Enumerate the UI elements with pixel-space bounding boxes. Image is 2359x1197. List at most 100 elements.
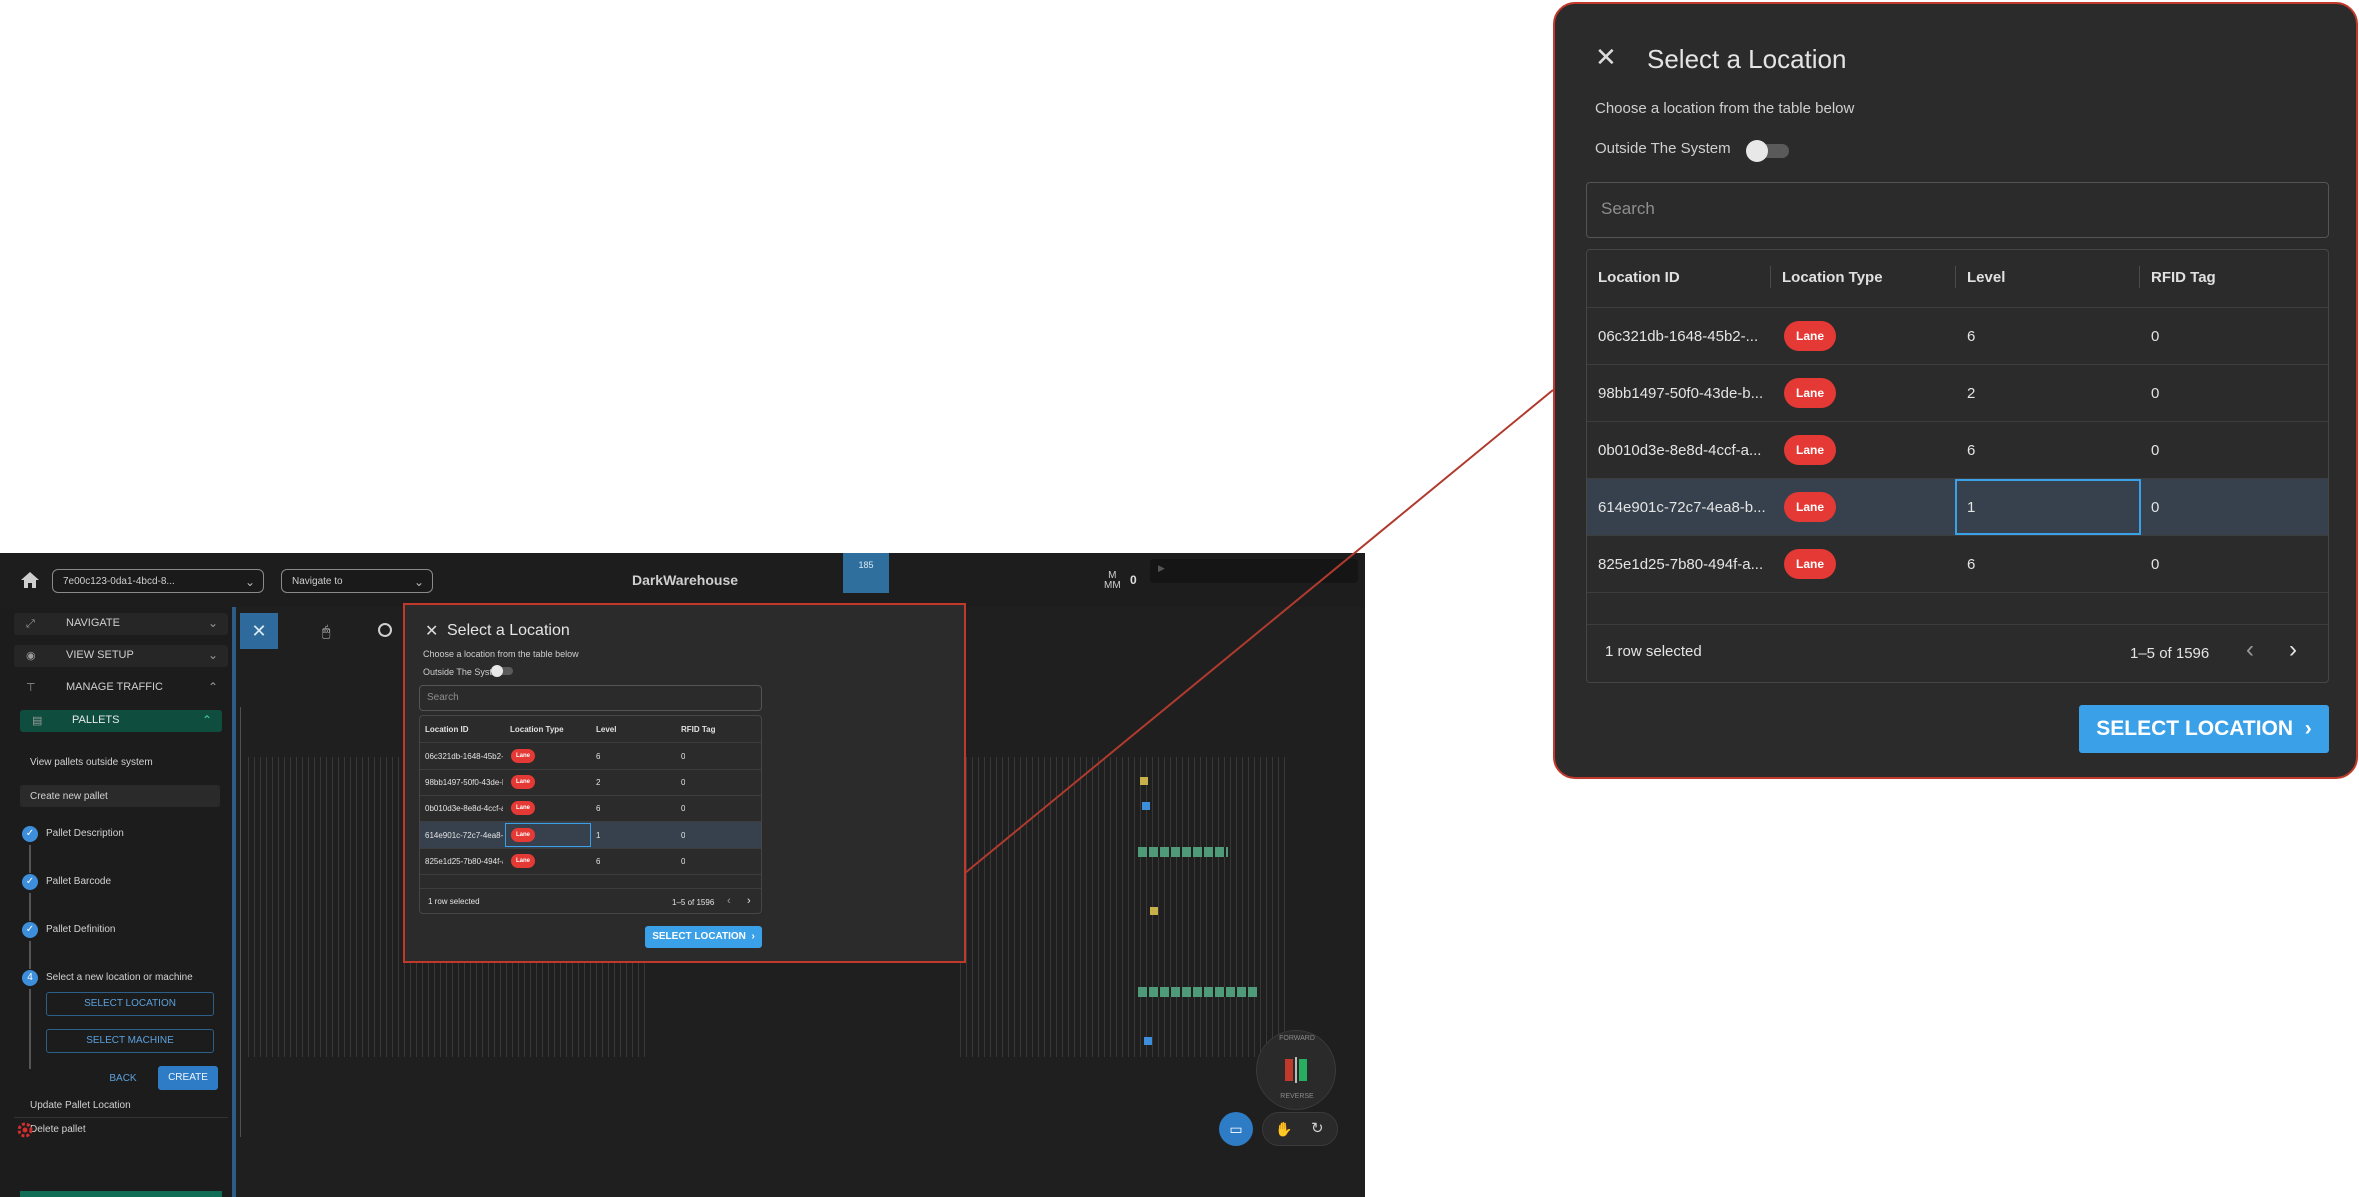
table-row[interactable]: 0b010d3e-8e8d-4ccf-a... Lane 6 0 — [420, 795, 761, 821]
cell-location-id: 06c321db-1648-45b2-... — [425, 752, 503, 761]
selected-count: 1 row selected — [1605, 643, 1702, 660]
close-icon[interactable]: ✕ — [1595, 42, 1617, 73]
select-location-button[interactable]: SELECT LOCATION › — [2079, 705, 2329, 753]
chevron-down-icon: ⌄ — [244, 575, 255, 589]
map-edge — [240, 707, 241, 1137]
cell-level: 2 — [596, 778, 601, 787]
pallet-icon: ▤ — [32, 715, 43, 727]
create-button[interactable]: CREATE — [158, 1066, 218, 1090]
nav-navigate[interactable]: ⤢ NAVIGATE ⌄ — [14, 613, 228, 635]
tools-icon[interactable]: ✕ — [240, 613, 278, 649]
select-location-sidebar-button[interactable]: SELECT LOCATION — [46, 992, 214, 1016]
nav-view-setup[interactable]: ◉ VIEW SETUP ⌄ — [14, 645, 228, 667]
navigate-select[interactable]: Navigate to ⌄ — [281, 569, 433, 593]
toggle-knob — [1746, 140, 1768, 162]
select-location-dialog-zoomed: ✕ Select a Location Choose a location fr… — [1553, 2, 2358, 779]
step-connector — [29, 941, 31, 969]
back-button[interactable]: BACK — [108, 1069, 138, 1089]
pallet-marker — [1142, 802, 1150, 810]
cell-level: 2 — [1967, 385, 1976, 402]
divider — [420, 888, 761, 889]
column-separator — [1955, 266, 1956, 288]
lane-chip: Lane — [511, 854, 535, 868]
create-new-pallet[interactable]: Create new pallet — [20, 785, 220, 807]
status-strip: ▶ — [1150, 559, 1358, 583]
table-row[interactable]: 06c321db-1648-45b2-... Lane 6 0 — [1587, 308, 2328, 364]
play-icon[interactable]: ▶ — [1158, 563, 1165, 574]
select-location-button[interactable]: SELECT LOCATION › — [645, 926, 762, 948]
forward-indicator — [1299, 1059, 1307, 1081]
outside-toggle[interactable] — [491, 665, 513, 677]
chevron-down-icon: ⌄ — [207, 648, 218, 662]
cell-level: 6 — [596, 857, 601, 866]
col-location-id[interactable]: Location ID — [1598, 269, 1680, 286]
search-input[interactable]: Search — [1586, 182, 2329, 238]
mouse-icon[interactable]: 🖱 — [322, 623, 330, 640]
col-level[interactable]: Level — [1967, 269, 2005, 286]
col-location-type[interactable]: Location Type — [1782, 269, 1883, 286]
target-icon[interactable] — [378, 623, 392, 637]
home-icon[interactable] — [20, 571, 40, 589]
delete-pallet-link[interactable]: Delete pallet — [30, 1124, 86, 1135]
table-row[interactable]: 825e1d25-7b80-494f-a... Lane 6 0 — [420, 848, 761, 874]
forward-label: FORWARD — [1279, 1035, 1315, 1042]
column-separator — [2139, 266, 2140, 288]
col-location-type[interactable]: Location Type — [510, 725, 564, 734]
cell-rfid: 0 — [681, 857, 686, 866]
selected-count: 1 row selected — [428, 897, 480, 906]
lane-chip: Lane — [511, 828, 535, 842]
nav-manage-traffic-label: MANAGE TRAFFIC — [66, 681, 163, 693]
nav-navigate-label: NAVIGATE — [66, 617, 120, 629]
col-rfid-tag[interactable]: RFID Tag — [681, 725, 716, 734]
cell-rfid: 0 — [681, 804, 686, 813]
device-select[interactable]: 7e00c123-0da1-4bcd-8... ⌄ — [52, 569, 264, 593]
table-row-selected[interactable]: 614e901c-72c7-4ea8-b... Lane 1 0 — [420, 822, 761, 848]
outside-toggle[interactable] — [1746, 140, 1789, 162]
chevron-up-icon: ⌃ — [207, 680, 218, 694]
pagination-label: 1–5 of 1596 — [672, 898, 715, 907]
cell-location-id: 825e1d25-7b80-494f-a... — [1598, 556, 1764, 573]
next-page-icon[interactable]: › — [2289, 636, 2297, 664]
table-row-selected[interactable]: 614e901c-72c7-4ea8-b... Lane 1 0 — [1587, 479, 2328, 535]
dialog-title: Select a Location — [1647, 44, 1847, 74]
hand-icon[interactable]: ✋ — [1275, 1121, 1292, 1138]
chevron-down-icon: ⌄ — [413, 575, 424, 589]
col-rfid-tag[interactable]: RFID Tag — [2151, 269, 2216, 286]
cell-level: 1 — [596, 831, 601, 840]
table-row[interactable]: 06c321db-1648-45b2-... Lane 6 0 — [420, 743, 761, 769]
table-row[interactable]: 98bb1497-50f0-43de-b... Lane 2 0 — [1587, 365, 2328, 421]
mm-label-bottom: MM — [1104, 580, 1121, 591]
cell-location-id: 614e901c-72c7-4ea8-b... — [1598, 499, 1766, 516]
step-3-label: Pallet Definition — [46, 924, 116, 935]
cell-location-id: 0b010d3e-8e8d-4ccf-a... — [425, 804, 503, 813]
col-level[interactable]: Level — [596, 725, 616, 734]
select-machine-button[interactable]: SELECT MACHINE — [46, 1029, 214, 1053]
eye-icon: ◉ — [26, 650, 36, 662]
chevron-down-icon: ⌄ — [207, 616, 218, 630]
gear-icon[interactable] — [14, 1119, 36, 1141]
next-page-icon[interactable]: › — [747, 895, 751, 907]
table-row[interactable]: 825e1d25-7b80-494f-a... Lane 6 0 — [1587, 536, 2328, 592]
divider — [420, 874, 761, 875]
col-location-id[interactable]: Location ID — [425, 725, 469, 734]
select-location-dialog-small: ✕ Select a Location Choose a location fr… — [403, 603, 966, 963]
select-location-label: SELECT LOCATION — [652, 931, 746, 942]
table-row[interactable]: 98bb1497-50f0-43de-b... Lane 2 0 — [420, 769, 761, 795]
cell-rfid: 0 — [2151, 499, 2160, 516]
nav-manage-traffic[interactable]: ⊤ MANAGE TRAFFIC ⌃ — [14, 677, 228, 699]
prev-page-icon[interactable]: ‹ — [2246, 636, 2254, 664]
table-row[interactable]: 0b010d3e-8e8d-4ccf-a... Lane 6 0 — [1587, 422, 2328, 478]
step-1-label: Pallet Description — [46, 828, 124, 839]
prev-page-icon[interactable]: ‹ — [727, 895, 731, 907]
monitor-icon[interactable]: ▭ — [1219, 1112, 1253, 1146]
nav-pallets[interactable]: ▤ PALLETS ⌃ — [20, 710, 222, 732]
search-input[interactable]: Search — [419, 685, 762, 711]
direction-control[interactable]: FORWARD REVERSE — [1256, 1030, 1336, 1110]
close-icon[interactable]: ✕ — [425, 621, 438, 641]
refresh-icon[interactable]: ↻ — [1311, 1119, 1324, 1137]
cell-rfid: 0 — [2151, 385, 2160, 402]
lane-chip: Lane — [1784, 378, 1836, 408]
brand-title: DarkWarehouse — [631, 572, 739, 588]
view-outside-link[interactable]: View pallets outside system — [30, 757, 153, 768]
update-location-link[interactable]: Update Pallet Location — [30, 1100, 131, 1111]
